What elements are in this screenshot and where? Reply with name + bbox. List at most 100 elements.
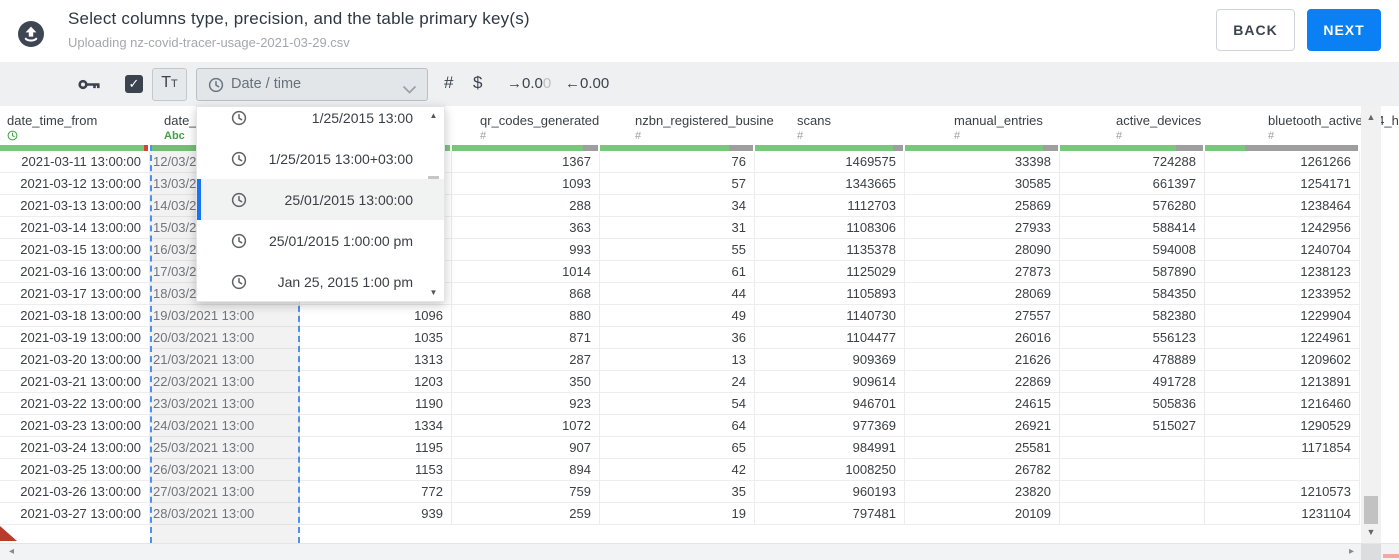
decimal-decrease-button[interactable]: →0.00 bbox=[507, 75, 551, 92]
table-cell[interactable]: 880 bbox=[452, 305, 600, 326]
table-cell[interactable]: 909369 bbox=[755, 349, 905, 370]
table-cell[interactable]: 2021-03-15 13:00:00 bbox=[0, 239, 150, 260]
table-cell[interactable]: 1238123 bbox=[1205, 261, 1360, 282]
table-cell[interactable]: 1229904 bbox=[1205, 305, 1360, 326]
table-cell[interactable]: 1008250 bbox=[755, 459, 905, 480]
table-cell[interactable]: 2021-03-19 13:00:00 bbox=[0, 327, 150, 348]
table-cell[interactable]: 2021-03-20 13:00:00 bbox=[0, 349, 150, 370]
table-cell[interactable]: 287 bbox=[452, 349, 600, 370]
table-cell[interactable]: 35 bbox=[600, 481, 755, 502]
table-cell[interactable]: 2021-03-13 13:00:00 bbox=[0, 195, 150, 216]
table-cell[interactable]: 22869 bbox=[905, 371, 1060, 392]
table-cell[interactable]: 55 bbox=[600, 239, 755, 260]
table-cell[interactable] bbox=[1060, 503, 1205, 524]
table-cell[interactable]: 44 bbox=[600, 283, 755, 304]
table-cell[interactable]: 923 bbox=[452, 393, 600, 414]
table-cell[interactable]: 2021-03-24 13:00:00 bbox=[0, 437, 150, 458]
table-cell[interactable]: 350 bbox=[452, 371, 600, 392]
table-cell[interactable]: 1112703 bbox=[755, 195, 905, 216]
table-cell[interactable]: 871 bbox=[452, 327, 600, 348]
primary-key-icon[interactable] bbox=[78, 78, 101, 96]
table-cell[interactable]: 1171854 bbox=[1205, 437, 1360, 458]
table-cell[interactable]: 2021-03-22 13:00:00 bbox=[0, 393, 150, 414]
table-cell[interactable]: 505836 bbox=[1060, 393, 1205, 414]
table-cell[interactable]: 984991 bbox=[755, 437, 905, 458]
table-cell[interactable]: 1209602 bbox=[1205, 349, 1360, 370]
table-cell[interactable]: 23/03/2021 13:00 bbox=[150, 393, 300, 414]
format-option[interactable]: 1/25/2015 13:00 bbox=[197, 107, 444, 138]
table-cell[interactable]: 288 bbox=[452, 195, 600, 216]
datetime-type-select[interactable]: Date / time bbox=[196, 68, 428, 101]
format-option[interactable]: 25/01/2015 1:00:00 pm bbox=[197, 220, 444, 261]
table-cell[interactable]: 1108306 bbox=[755, 217, 905, 238]
table-vertical-scrollbar[interactable]: ▲ ▼ bbox=[1361, 106, 1381, 543]
format-option[interactable]: 25/01/2015 13:00:00 bbox=[197, 179, 444, 220]
table-cell[interactable]: 2021-03-21 13:00:00 bbox=[0, 371, 150, 392]
scroll-right-icon[interactable]: ▸ bbox=[1349, 546, 1354, 557]
table-cell[interactable]: 939 bbox=[300, 503, 452, 524]
table-cell[interactable]: 27933 bbox=[905, 217, 1060, 238]
number-type-button[interactable]: # bbox=[444, 73, 453, 93]
table-cell[interactable]: 19/03/2021 13:00 bbox=[150, 305, 300, 326]
table-cell[interactable]: 772 bbox=[300, 481, 452, 502]
table-cell[interactable]: 65 bbox=[600, 437, 755, 458]
table-cell[interactable]: 491728 bbox=[1060, 371, 1205, 392]
table-cell[interactable]: 22/03/2021 13:00 bbox=[150, 371, 300, 392]
table-cell[interactable]: 34 bbox=[600, 195, 755, 216]
table-cell[interactable]: 25/03/2021 13:00 bbox=[150, 437, 300, 458]
table-cell[interactable]: 2021-03-18 13:00:00 bbox=[0, 305, 150, 326]
table-cell[interactable]: 21626 bbox=[905, 349, 1060, 370]
table-cell[interactable]: 977369 bbox=[755, 415, 905, 436]
table-cell[interactable]: 1334 bbox=[300, 415, 452, 436]
table-cell[interactable]: 582380 bbox=[1060, 305, 1205, 326]
table-cell[interactable]: 19 bbox=[600, 503, 755, 524]
table-cell[interactable]: 1367 bbox=[452, 151, 600, 172]
table-cell[interactable]: 2021-03-27 13:00:00 bbox=[0, 503, 150, 524]
table-cell[interactable]: 1231104 bbox=[1205, 503, 1360, 524]
table-cell[interactable]: 28/03/2021 13:00 bbox=[150, 503, 300, 524]
table-cell[interactable]: 1213891 bbox=[1205, 371, 1360, 392]
table-cell[interactable]: 1135378 bbox=[755, 239, 905, 260]
table-cell[interactable]: 24/03/2021 13:00 bbox=[150, 415, 300, 436]
table-cell[interactable]: 20/03/2021 13:00 bbox=[150, 327, 300, 348]
table-cell[interactable]: 54 bbox=[600, 393, 755, 414]
table-cell[interactable]: 28069 bbox=[905, 283, 1060, 304]
format-option[interactable]: 1/25/2015 13:00+03:00 bbox=[197, 138, 444, 179]
table-cell[interactable]: 515027 bbox=[1060, 415, 1205, 436]
table-cell[interactable]: 797481 bbox=[755, 503, 905, 524]
scroll-down-icon[interactable]: ▼ bbox=[1361, 527, 1381, 537]
table-cell[interactable]: 2021-03-12 13:00:00 bbox=[0, 173, 150, 194]
table-cell[interactable]: 1242956 bbox=[1205, 217, 1360, 238]
table-cell[interactable]: 26/03/2021 13:00 bbox=[150, 459, 300, 480]
table-cell[interactable]: 33398 bbox=[905, 151, 1060, 172]
table-cell[interactable]: 1096 bbox=[300, 305, 452, 326]
table-cell[interactable]: 1313 bbox=[300, 349, 452, 370]
table-cell[interactable]: 1105893 bbox=[755, 283, 905, 304]
table-cell[interactable]: 584350 bbox=[1060, 283, 1205, 304]
table-cell[interactable] bbox=[1205, 459, 1360, 480]
horizontal-scrollbar-thumb[interactable] bbox=[1383, 554, 1399, 558]
table-cell[interactable]: 13 bbox=[600, 349, 755, 370]
include-column-checkbox[interactable]: ✓ bbox=[125, 75, 143, 93]
table-cell[interactable]: 946701 bbox=[755, 393, 905, 414]
table-cell[interactable]: 759 bbox=[452, 481, 600, 502]
table-cell[interactable]: 894 bbox=[452, 459, 600, 480]
format-option[interactable]: Jan 25, 2015 1:00 pm bbox=[197, 261, 444, 301]
table-cell[interactable]: 1203 bbox=[300, 371, 452, 392]
table-cell[interactable]: 1290529 bbox=[1205, 415, 1360, 436]
table-cell[interactable]: 1210573 bbox=[1205, 481, 1360, 502]
table-cell[interactable]: 1261266 bbox=[1205, 151, 1360, 172]
table-cell[interactable]: 27557 bbox=[905, 305, 1060, 326]
table-cell[interactable]: 2021-03-23 13:00:00 bbox=[0, 415, 150, 436]
table-cell[interactable]: 1125029 bbox=[755, 261, 905, 282]
table-cell[interactable]: 64 bbox=[600, 415, 755, 436]
table-cell[interactable]: 25869 bbox=[905, 195, 1060, 216]
table-cell[interactable]: 1153 bbox=[300, 459, 452, 480]
table-cell[interactable]: 1072 bbox=[452, 415, 600, 436]
table-cell[interactable]: 28090 bbox=[905, 239, 1060, 260]
table-cell[interactable]: 724288 bbox=[1060, 151, 1205, 172]
table-cell[interactable]: 1224961 bbox=[1205, 327, 1360, 348]
table-cell[interactable]: 2021-03-17 13:00:00 bbox=[0, 283, 150, 304]
table-cell[interactable]: 26782 bbox=[905, 459, 1060, 480]
table-cell[interactable]: 1195 bbox=[300, 437, 452, 458]
